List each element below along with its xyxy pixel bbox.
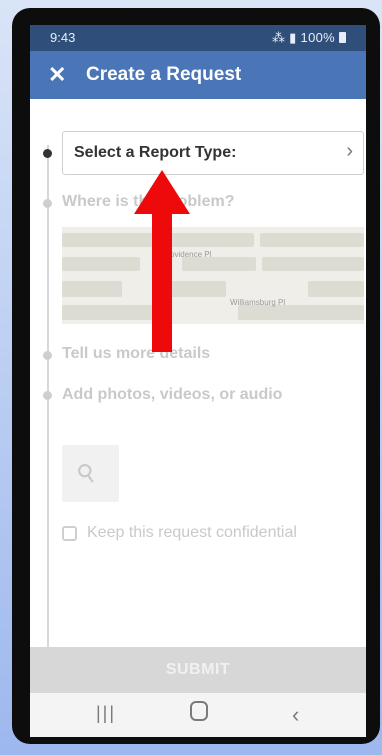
annotation-arrow-head — [134, 170, 190, 214]
close-icon[interactable]: ✕ — [48, 62, 66, 88]
signal-icons: ⁂ ▮ — [271, 30, 301, 45]
chevron-right-icon: › — [346, 140, 353, 162]
recent-apps-button[interactable]: ||| — [96, 703, 116, 724]
step-dot-media — [43, 391, 52, 400]
step-dot-details — [43, 351, 52, 360]
submit-button[interactable]: SUBMIT — [30, 647, 366, 693]
map-block — [182, 257, 256, 271]
map-block — [238, 305, 364, 320]
map-block — [62, 233, 157, 247]
map-block — [170, 281, 226, 297]
confidential-label: Keep this request confidential — [87, 524, 297, 541]
status-time: 9:43 — [50, 30, 76, 45]
map-block — [62, 257, 140, 271]
status-indicators: ⁂ ▮ 100% — [272, 30, 346, 46]
report-type-label: Select a Report Type: — [74, 144, 237, 161]
step-dot-location — [43, 199, 52, 208]
home-button[interactable] — [190, 701, 208, 721]
map-street-label: Williamsburg Pl — [230, 298, 286, 307]
map-block — [164, 233, 254, 247]
media-label: Add photos, videos, or audio — [62, 386, 283, 403]
attach-media-button[interactable]: ⚲ — [62, 445, 119, 502]
annotation-arrow-shaft — [152, 210, 172, 352]
back-button[interactable]: ‹ — [292, 702, 299, 728]
battery-icon — [339, 32, 346, 43]
location-map[interactable]: Providence Pl Williamsburg Pl — [62, 227, 364, 324]
details-label: Tell us more details — [62, 345, 211, 362]
battery-text: 100% — [300, 30, 335, 45]
map-block — [62, 305, 158, 320]
step-dot-report-type — [43, 149, 52, 158]
step-timeline — [47, 145, 49, 675]
map-block — [262, 257, 364, 271]
app-bar: ✕ Create a Request — [30, 51, 366, 99]
report-type-select[interactable]: Select a Report Type: › — [62, 131, 364, 175]
map-block — [260, 233, 364, 247]
system-nav-bar: ||| ‹ — [30, 693, 366, 737]
app-screen: 9:43 ⁂ ▮ 100% ✕ Create a Request Select … — [30, 25, 366, 737]
request-form: Select a Report Type: › Where is the pro… — [30, 99, 366, 675]
map-block — [308, 281, 364, 297]
paperclip-icon: ⚲ — [71, 457, 102, 490]
checkbox-icon — [62, 526, 77, 541]
map-block — [62, 281, 122, 297]
page-title: Create a Request — [86, 64, 242, 85]
status-bar: 9:43 ⁂ ▮ 100% — [30, 25, 366, 51]
